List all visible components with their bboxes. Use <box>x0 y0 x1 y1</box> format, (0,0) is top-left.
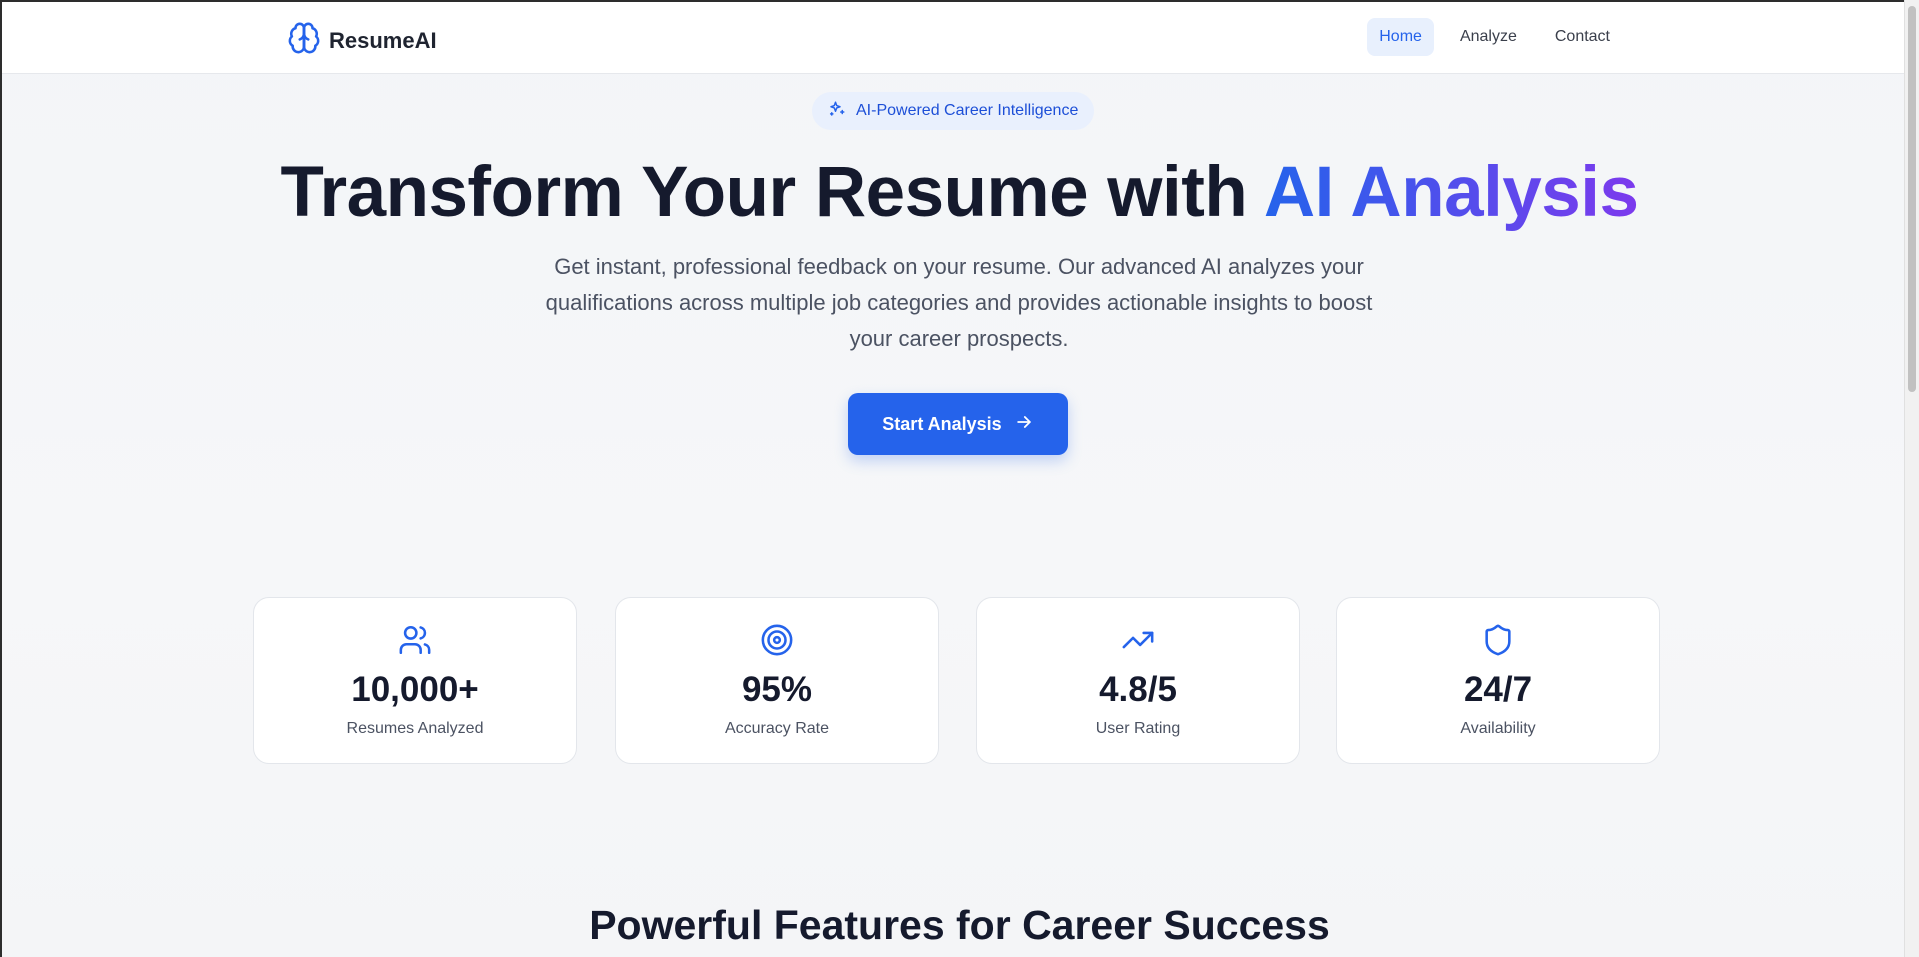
stat-card-resumes: 10,000+ Resumes Analyzed <box>253 597 577 764</box>
top-navbar: ResumeAI Home Analyze Contact <box>2 2 1915 74</box>
nav-analyze[interactable]: Analyze <box>1448 18 1529 56</box>
sparkles-icon <box>828 100 846 123</box>
hero-title-main: Transform Your Resume with <box>280 153 1264 232</box>
hero-subtitle: Get instant, professional feedback on yo… <box>545 254 1373 351</box>
stat-value: 24/7 <box>1463 670 1533 709</box>
users-icon <box>398 623 432 662</box>
arrow-right-icon <box>1014 412 1034 437</box>
nav-home[interactable]: Home <box>1367 18 1434 56</box>
stat-label: Availability <box>1460 720 1536 737</box>
shield-icon <box>1481 623 1515 662</box>
main-nav: Home Analyze Contact <box>1367 18 1622 56</box>
browser-viewport: ResumeAI Home Analyze Contact AI-Powered… <box>0 0 1915 957</box>
stat-card-availability: 24/7 Availability <box>1336 597 1660 764</box>
hero-title-accent: AI Analysis <box>1263 153 1639 232</box>
brain-icon <box>287 21 321 60</box>
stat-value: 10,000+ <box>351 670 479 709</box>
stat-value: 95% <box>741 670 813 709</box>
stat-card-accuracy: 95% Accuracy Rate <box>615 597 939 764</box>
logo[interactable]: ResumeAI <box>287 21 437 60</box>
stat-label: Accuracy Rate <box>724 720 830 737</box>
stat-label: Resumes Analyzed <box>346 720 484 737</box>
features-title: Powerful Features for Career Success <box>589 902 1330 948</box>
scrollbar-thumb[interactable] <box>1908 6 1916 392</box>
start-analysis-button[interactable]: Start Analysis <box>848 393 1068 455</box>
logo-text: ResumeAI <box>329 27 437 53</box>
hero-title: Transform Your Resume with AI Analysis <box>2 152 1915 233</box>
page-scrollbar[interactable] <box>1904 0 1919 957</box>
start-analysis-label: Start Analysis <box>882 413 1002 434</box>
trending-up-icon <box>1121 623 1155 662</box>
stat-value: 4.8/5 <box>1099 670 1177 709</box>
nav-contact[interactable]: Contact <box>1543 18 1622 56</box>
stat-card-rating: 4.8/5 User Rating <box>976 597 1300 764</box>
hero-badge: AI-Powered Career Intelligence <box>812 92 1095 130</box>
hero-badge-text: AI-Powered Career Intelligence <box>856 102 1079 119</box>
target-icon <box>760 623 794 662</box>
stat-label: User Rating <box>1095 720 1181 737</box>
